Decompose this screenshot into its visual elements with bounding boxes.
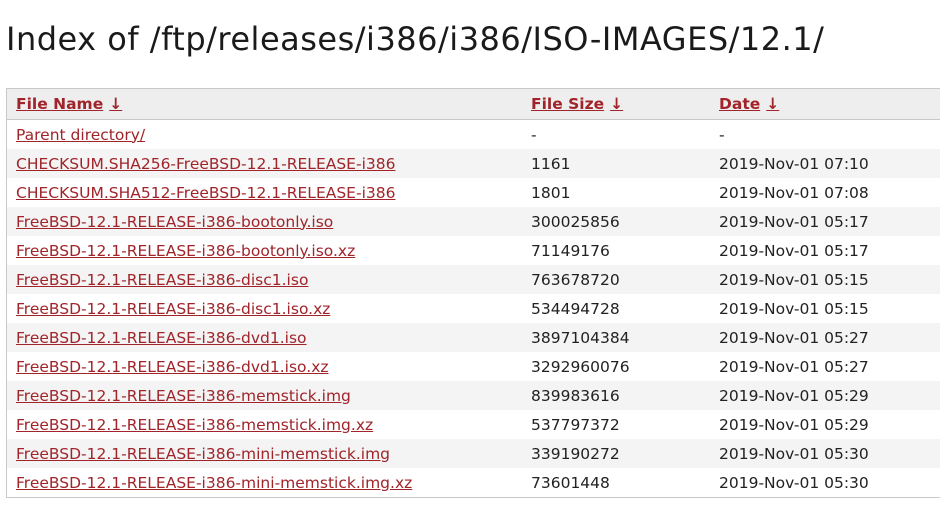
file-rows: Parent directory/ - - CHECKSUM.SHA256-FreeB…: [7, 120, 940, 498]
column-header-name-label: File Name: [16, 95, 104, 113]
sort-by-name-link[interactable]: File Name ↓: [16, 95, 122, 113]
file-link[interactable]: FreeBSD-12.1-RELEASE-i386-disc1.iso: [16, 271, 308, 289]
file-name-cell: Parent directory/: [7, 120, 522, 150]
table-row: FreeBSD-12.1-RELEASE-i386-bootonly.iso.x…: [7, 236, 940, 265]
file-date-cell: 2019-Nov-01 05:29: [719, 415, 869, 434]
parent-directory-link[interactable]: Parent directory/: [16, 126, 145, 144]
down-arrow-icon: ↓: [610, 95, 624, 113]
file-table: File Name ↓ File Size ↓ Date ↓ Parent direc…: [7, 89, 940, 497]
file-date-cell: 2019-Nov-01 05:15: [719, 270, 869, 289]
table-row: FreeBSD-12.1-RELEASE-i386-dvd1.iso 389710…: [7, 323, 940, 352]
table-row: Parent directory/ - -: [7, 120, 940, 150]
file-link[interactable]: CHECKSUM.SHA256-FreeBSD-12.1-RELEASE-i38…: [16, 155, 395, 173]
file-listing: File Name ↓ File Size ↓ Date ↓ Parent direc…: [6, 88, 940, 498]
table-row: FreeBSD-12.1-RELEASE-i386-dvd1.iso.xz 329…: [7, 352, 940, 381]
file-date-cell: 2019-Nov-01 05:27: [719, 328, 869, 347]
page-title: Index of /ftp/releases/i386/i386/ISO-IMA…: [6, 20, 825, 58]
file-size-cell: 763678720: [531, 270, 620, 289]
file-name-cell: FreeBSD-12.1-RELEASE-i386-disc1.iso.xz: [7, 294, 522, 323]
table-header-row: File Name ↓ File Size ↓ Date ↓: [7, 89, 940, 120]
file-name-cell: FreeBSD-12.1-RELEASE-i386-mini-memstick.…: [7, 439, 522, 468]
table-row: FreeBSD-12.1-RELEASE-i386-bootonly.iso 30…: [7, 207, 940, 236]
file-link[interactable]: FreeBSD-12.1-RELEASE-i386-mini-memstick.…: [16, 445, 390, 463]
file-date-cell: 2019-Nov-01 05:17: [719, 241, 869, 260]
file-name-cell: FreeBSD-12.1-RELEASE-i386-mini-memstick.…: [7, 468, 522, 497]
sort-by-date-link[interactable]: Date ↓: [719, 95, 779, 113]
column-header-date-label: Date: [719, 95, 761, 113]
file-date-cell: 2019-Nov-01 07:08: [719, 183, 869, 202]
file-link[interactable]: FreeBSD-12.1-RELEASE-i386-disc1.iso.xz: [16, 300, 330, 318]
file-name-cell: FreeBSD-12.1-RELEASE-i386-dvd1.iso: [7, 323, 522, 352]
file-link[interactable]: FreeBSD-12.1-RELEASE-i386-memstick.img: [16, 387, 351, 405]
file-link[interactable]: FreeBSD-12.1-RELEASE-i386-mini-memstick.…: [16, 474, 412, 492]
file-link[interactable]: FreeBSD-12.1-RELEASE-i386-dvd1.iso.xz: [16, 358, 329, 376]
file-date-cell: -: [719, 125, 725, 144]
file-date-cell: 2019-Nov-01 05:15: [719, 299, 869, 318]
file-size-cell: 537797372: [531, 415, 620, 434]
file-link[interactable]: FreeBSD-12.1-RELEASE-i386-memstick.img.x…: [16, 416, 373, 434]
file-date-cell: 2019-Nov-01 05:27: [719, 357, 869, 376]
file-name-cell: FreeBSD-12.1-RELEASE-i386-memstick.img: [7, 381, 522, 410]
file-name-cell: FreeBSD-12.1-RELEASE-i386-bootonly.iso.x…: [7, 236, 522, 265]
file-date-cell: 2019-Nov-01 05:17: [719, 212, 869, 231]
file-size-cell: 839983616: [531, 386, 620, 405]
down-arrow-icon: ↓: [766, 95, 780, 113]
file-size-cell: 339190272: [531, 444, 620, 463]
file-size-cell: 534494728: [531, 299, 620, 318]
table-row: FreeBSD-12.1-RELEASE-i386-mini-memstick.…: [7, 439, 940, 468]
file-date-cell: 2019-Nov-01 05:30: [719, 473, 869, 492]
table-row: FreeBSD-12.1-RELEASE-i386-memstick.img.x…: [7, 410, 940, 439]
file-size-cell: 71149176: [531, 241, 610, 260]
file-link[interactable]: FreeBSD-12.1-RELEASE-i386-bootonly.iso.x…: [16, 242, 355, 260]
file-size-cell: 1801: [531, 183, 571, 202]
file-name-cell: FreeBSD-12.1-RELEASE-i386-disc1.iso: [7, 265, 522, 294]
file-size-cell: 3897104384: [531, 328, 630, 347]
table-row: FreeBSD-12.1-RELEASE-i386-memstick.img 83…: [7, 381, 940, 410]
file-date-cell: 2019-Nov-01 05:30: [719, 444, 869, 463]
file-link[interactable]: CHECKSUM.SHA512-FreeBSD-12.1-RELEASE-i38…: [16, 184, 395, 202]
column-header-size: File Size ↓: [522, 89, 710, 120]
file-size-cell: -: [531, 125, 537, 144]
file-link[interactable]: FreeBSD-12.1-RELEASE-i386-bootonly.iso: [16, 213, 333, 231]
column-header-size-label: File Size: [531, 95, 605, 113]
sort-by-size-link[interactable]: File Size ↓: [531, 95, 623, 113]
file-name-cell: FreeBSD-12.1-RELEASE-i386-memstick.img.x…: [7, 410, 522, 439]
file-name-cell: CHECKSUM.SHA512-FreeBSD-12.1-RELEASE-i38…: [7, 178, 522, 207]
file-name-cell: FreeBSD-12.1-RELEASE-i386-dvd1.iso.xz: [7, 352, 522, 381]
file-size-cell: 73601448: [531, 473, 610, 492]
file-link[interactable]: FreeBSD-12.1-RELEASE-i386-dvd1.iso: [16, 329, 307, 347]
table-row: CHECKSUM.SHA512-FreeBSD-12.1-RELEASE-i38…: [7, 178, 940, 207]
down-arrow-icon: ↓: [109, 95, 123, 113]
file-date-cell: 2019-Nov-01 05:29: [719, 386, 869, 405]
table-row: FreeBSD-12.1-RELEASE-i386-disc1.iso 76367…: [7, 265, 940, 294]
table-row: FreeBSD-12.1-RELEASE-i386-disc1.iso.xz 53…: [7, 294, 940, 323]
file-size-cell: 3292960076: [531, 357, 630, 376]
column-header-date: Date ↓: [710, 89, 940, 120]
file-name-cell: FreeBSD-12.1-RELEASE-i386-bootonly.iso: [7, 207, 522, 236]
file-size-cell: 300025856: [531, 212, 620, 231]
file-date-cell: 2019-Nov-01 07:10: [719, 154, 869, 173]
column-header-name: File Name ↓: [7, 89, 522, 120]
file-size-cell: 1161: [531, 154, 571, 173]
table-row: CHECKSUM.SHA256-FreeBSD-12.1-RELEASE-i38…: [7, 149, 940, 178]
file-name-cell: CHECKSUM.SHA256-FreeBSD-12.1-RELEASE-i38…: [7, 149, 522, 178]
table-row: FreeBSD-12.1-RELEASE-i386-mini-memstick.…: [7, 468, 940, 497]
